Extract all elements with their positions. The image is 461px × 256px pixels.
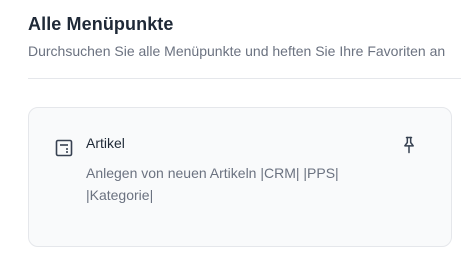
pin-button[interactable] [396, 134, 422, 160]
page-title: Alle Menüpunkte [28, 14, 174, 34]
calculator-icon [54, 138, 74, 158]
pin-icon [399, 134, 419, 161]
page-subtitle: Durchsuchen Sie alle Menüpunkte und heft… [28, 43, 446, 59]
menu-item-title: Artikel [86, 135, 125, 151]
menu-item-card-artikel[interactable]: Artikel Anlegen von neuen Artikeln |CRM|… [28, 107, 452, 247]
menu-item-description: Anlegen von neuen Artikeln |CRM| |PPS| |… [86, 165, 339, 203]
divider [28, 78, 461, 79]
